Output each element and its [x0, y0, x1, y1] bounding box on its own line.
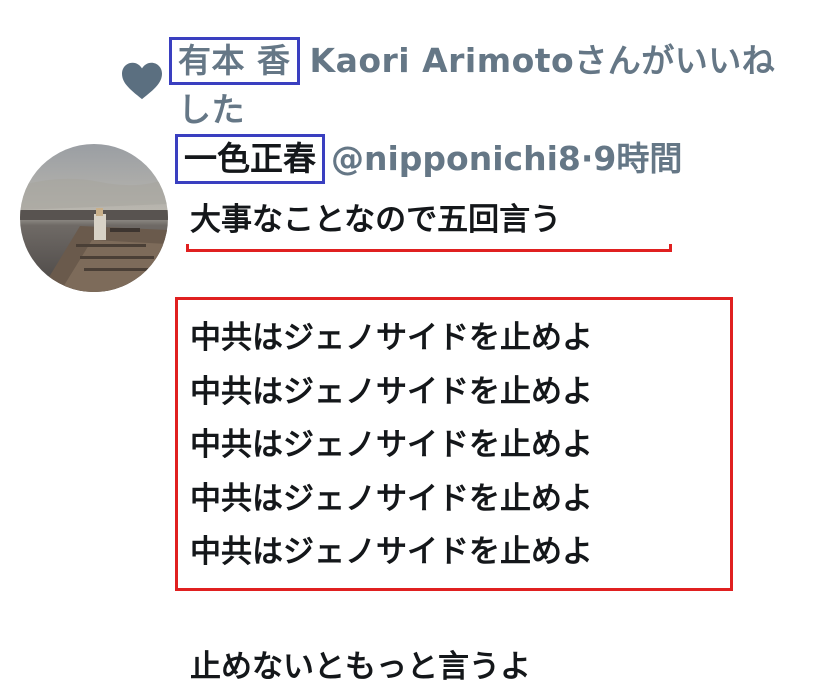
tweet-repeated-line: 中共はジェノサイドを止めよ [190, 534, 593, 570]
tweet-repeated-line: 中共はジェノサイドを止めよ [190, 427, 593, 463]
like-notice: 有本 香 Kaori Arimotoさんがいいねした [169, 36, 808, 134]
avatar[interactable] [20, 144, 168, 292]
liker-name[interactable]: 有本 香 [169, 37, 300, 85]
heart-icon [122, 62, 162, 100]
tweet-timestamp[interactable]: 9時間 [593, 139, 682, 178]
avatar-ship-image [20, 144, 168, 292]
author-display-name[interactable]: 一色正春 [175, 134, 325, 184]
author-handle[interactable]: @nipponichi8 [331, 139, 581, 178]
tweet-header: 一色正春 @nipponichi8·9時間 [175, 134, 682, 184]
tweet-lead-text: 大事なことなので五回言う [190, 202, 562, 238]
tweet-repeated-line: 中共はジェノサイドを止めよ [190, 480, 593, 517]
tweet-repeated-line: 中共はジェノサイドを止めよ [190, 320, 593, 356]
separator-dot: · [580, 139, 594, 178]
tweet-repeated-line: 中共はジェノサイドを止めよ [190, 373, 593, 410]
red-underline-annotation [186, 244, 672, 252]
tweet-closing-text: 止めないともっと言うよ [190, 649, 531, 685]
red-box-annotation: 中共はジェノサイドを止めよ 中共はジェノサイドを止めよ 中共はジェノサイドを止め… [175, 297, 733, 591]
